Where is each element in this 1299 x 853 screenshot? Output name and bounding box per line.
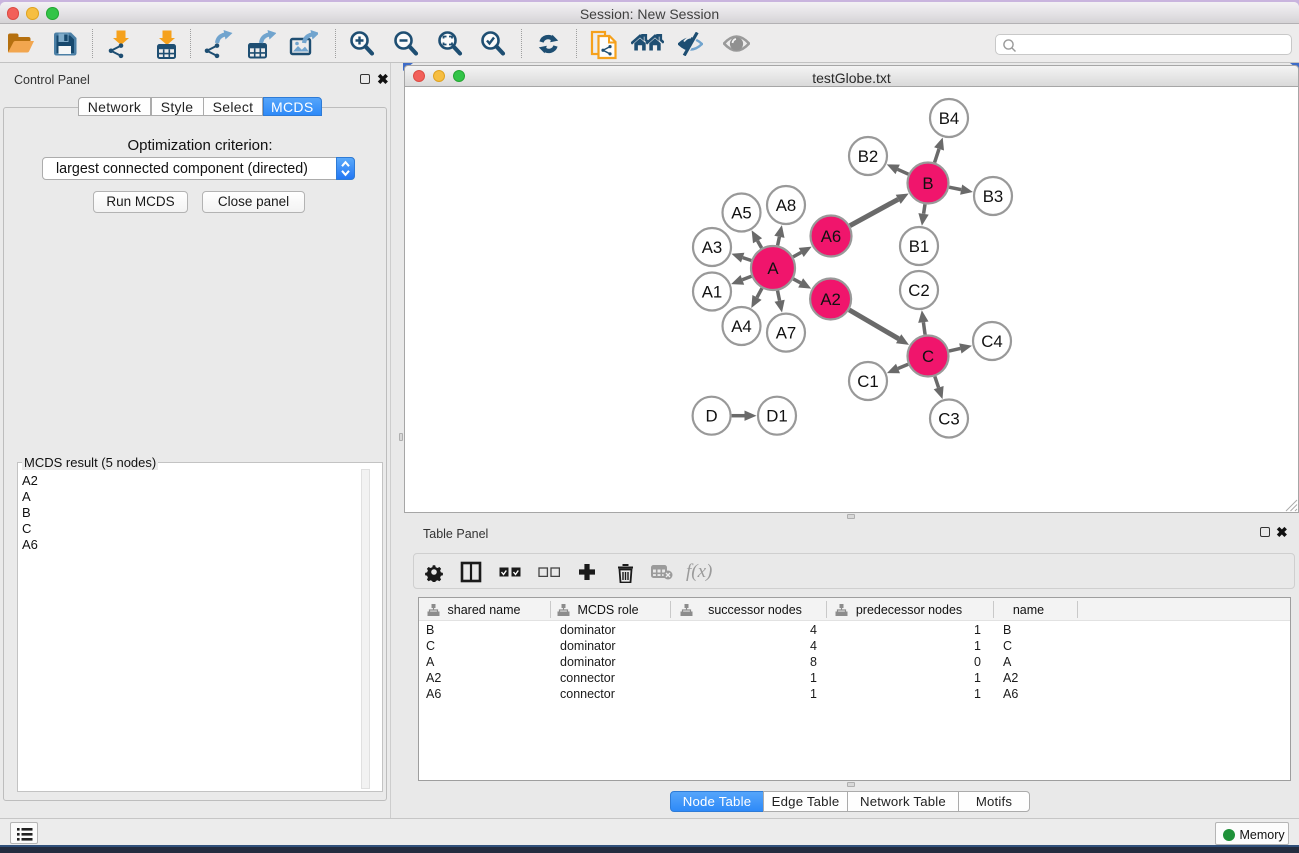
svg-text:A4: A4 xyxy=(731,317,752,336)
svg-text:D1: D1 xyxy=(766,407,787,426)
svg-text:B3: B3 xyxy=(983,187,1004,206)
svg-text:A7: A7 xyxy=(776,323,797,342)
svg-text:A8: A8 xyxy=(776,196,797,215)
svg-text:D: D xyxy=(706,407,718,426)
svg-text:B: B xyxy=(922,174,933,193)
svg-text:A5: A5 xyxy=(731,203,752,222)
svg-text:A1: A1 xyxy=(702,282,723,301)
svg-text:A: A xyxy=(767,259,779,278)
svg-text:A3: A3 xyxy=(702,238,723,257)
svg-text:C: C xyxy=(922,347,934,366)
svg-text:A2: A2 xyxy=(820,290,841,309)
svg-text:B4: B4 xyxy=(939,109,960,128)
svg-text:C2: C2 xyxy=(908,281,929,300)
svg-text:B1: B1 xyxy=(909,237,930,256)
svg-text:B2: B2 xyxy=(858,147,879,166)
svg-text:C1: C1 xyxy=(857,372,878,391)
svg-text:A6: A6 xyxy=(821,227,842,246)
svg-text:C4: C4 xyxy=(981,332,1002,351)
svg-text:C3: C3 xyxy=(938,409,959,428)
